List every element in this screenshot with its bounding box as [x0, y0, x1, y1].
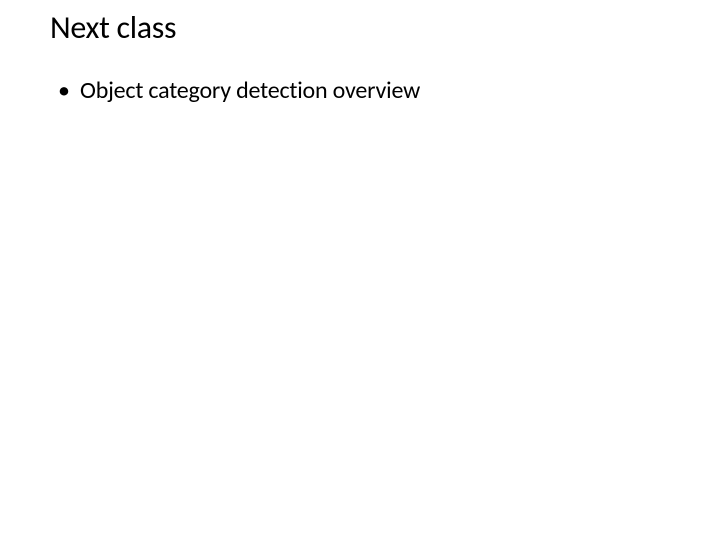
list-item: Object category detection overview [70, 75, 670, 107]
slide-title: Next class [50, 10, 670, 47]
bullet-list: Object category detection overview [50, 75, 670, 107]
slide: Next class Object category detection ove… [0, 0, 720, 540]
